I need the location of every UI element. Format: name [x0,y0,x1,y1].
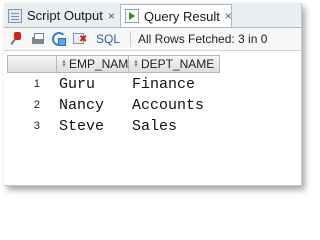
tab-label: Query Result [144,8,220,24]
cell-dept-name[interactable]: Accounts [132,97,204,114]
tab-strip: Script Output × Query Result × [4,3,301,28]
tab-query-result[interactable]: Query Result × [120,4,232,27]
results-toolbar: SQL All Rows Fetched: 3 in 0 [4,28,301,51]
script-output-icon [8,8,22,23]
cancel-query-icon[interactable] [72,31,88,47]
pin-icon[interactable] [9,31,25,47]
results-grid: ▲ ▼ EMP_NAME ▲ ▼ DEPT_NAME 1 Guru Finance … [4,51,301,185]
tab-label: Script Output [27,8,103,23]
cell-emp-name[interactable]: Guru [59,76,95,93]
cell-emp-name[interactable]: Nancy [59,97,104,114]
sort-icon[interactable]: ▲ ▼ [133,59,139,69]
query-result-icon [125,9,139,23]
print-icon[interactable] [30,31,46,47]
tab-script-output[interactable]: Script Output × [4,5,118,26]
row-number: 3 [33,120,40,132]
fetch-status: All Rows Fetched: 3 in 0 [138,32,268,46]
column-header-emp-name[interactable]: ▲ ▼ EMP_NAME [56,55,136,73]
row-number-header [7,55,56,73]
column-header-dept-name[interactable]: ▲ ▼ DEPT_NAME [128,55,220,73]
column-header-label: DEPT_NAME [140,57,215,71]
close-icon[interactable]: × [108,9,115,23]
row-number: 2 [33,99,40,111]
cell-dept-name[interactable]: Sales [132,118,177,135]
refresh-icon[interactable] [51,31,67,47]
cell-emp-name[interactable]: Steve [59,118,104,135]
close-icon[interactable]: × [225,9,232,23]
column-header-label: EMP_NAME [68,57,137,71]
toolbar-divider [130,31,132,47]
results-panel: Script Output × Query Result × SQL All R… [4,3,302,186]
row-number: 1 [33,78,40,90]
sql-button[interactable]: SQL [96,32,120,46]
sort-icon[interactable]: ▲ ▼ [61,59,67,69]
cell-dept-name[interactable]: Finance [132,76,195,93]
